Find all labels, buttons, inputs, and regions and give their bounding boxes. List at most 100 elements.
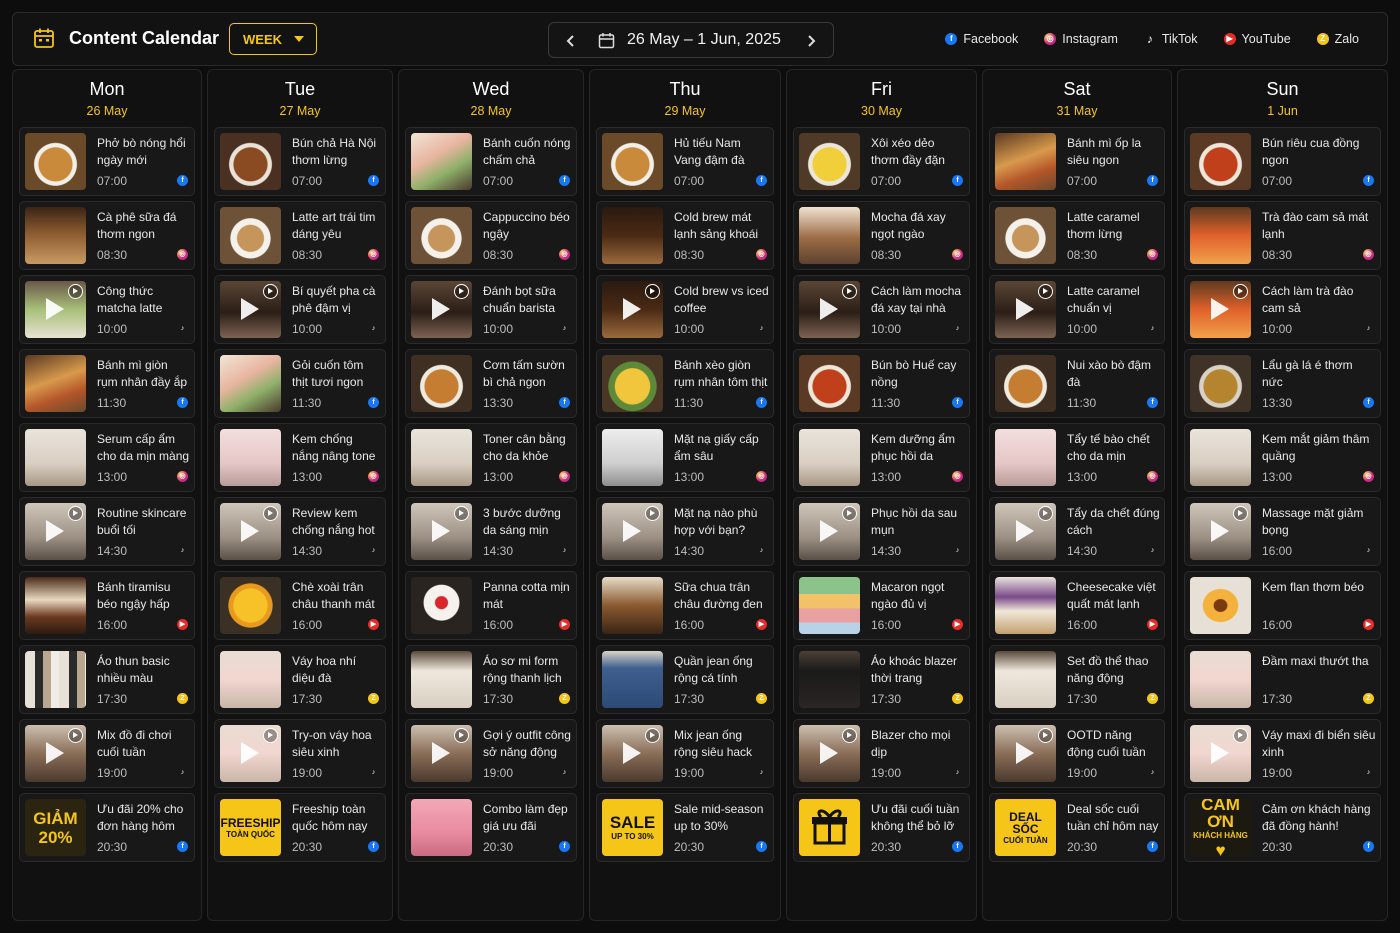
facebook-icon: f bbox=[952, 175, 963, 186]
post-card[interactable]: Hủ tiếu Nam Vang đậm đà 07:00 f bbox=[596, 127, 774, 196]
post-card[interactable]: Bún riêu cua đồng ngon 07:00 f bbox=[1184, 127, 1381, 196]
post-platform: ▶ bbox=[1363, 613, 1374, 631]
post-title: Quần jean ống rộng cá tính bbox=[674, 654, 753, 685]
post-card[interactable]: Bánh xèo giòn rụm nhân tôm thịt 11:30 f bbox=[596, 349, 774, 418]
post-card[interactable]: Đánh bọt sữa chuẩn barista 10:00 ♪ bbox=[405, 275, 577, 344]
post-time: 13:00 bbox=[483, 470, 514, 484]
post-card[interactable]: Công thức matcha latte chuẩn vị 10:00 ♪ bbox=[19, 275, 195, 344]
post-card[interactable]: Panna cotta mịn mát 16:00 ▶ bbox=[405, 571, 577, 640]
post-card[interactable]: FREESHIP TOÀN QUỐC Freeship toàn quốc hôm … bbox=[214, 793, 386, 862]
post-card[interactable]: Cold brew mát lạnh sảng khoái 08:30 ◎ bbox=[596, 201, 774, 270]
post-card[interactable]: Nui xào bò đậm đà 11:30 f bbox=[989, 349, 1165, 418]
post-card[interactable]: Review kem chống nắng hot 14:30 ♪ bbox=[214, 497, 386, 566]
post-card[interactable]: Phục hồi da sau mụn 14:30 ♪ bbox=[793, 497, 970, 566]
post-card[interactable]: Cơm tấm sườn bì chả ngon 13:30 f bbox=[405, 349, 577, 418]
post-card[interactable]: Váy hoa nhí diệu đà 17:30 Z bbox=[214, 645, 386, 714]
platform-filter-yt[interactable]: ▶ YouTube bbox=[1223, 32, 1291, 46]
post-card[interactable]: Đầm maxi thướt tha 17:30 Z bbox=[1184, 645, 1381, 714]
post-card[interactable]: Latte art trái tim dáng yêu 08:30 ◎ bbox=[214, 201, 386, 270]
post-card[interactable]: Tẩy da chết đúng cách 14:30 ♪ bbox=[989, 497, 1165, 566]
post-card[interactable]: Serum cấp ẩm cho da mịn màng 13:00 ◎ bbox=[19, 423, 195, 492]
post-card[interactable]: Macaron ngọt ngào đủ vị 16:00 ▶ bbox=[793, 571, 970, 640]
post-card[interactable]: OOTD năng động cuối tuần 19:00 ♪ bbox=[989, 719, 1165, 788]
post-card[interactable]: Bún chả Hà Nội thơm lừng 07:00 f bbox=[214, 127, 386, 196]
post-card[interactable]: Massage mặt giảm bọng 16:00 ♪ bbox=[1184, 497, 1381, 566]
post-card[interactable]: Cheesecake việt quất mát lạnh 16:00 ▶ bbox=[989, 571, 1165, 640]
post-card[interactable]: Xôi xéo dẻo thơm đầy đặn 07:00 f bbox=[793, 127, 970, 196]
post-card[interactable]: Áo khoác blazer thời trang 17:30 Z bbox=[793, 645, 970, 714]
post-thumbnail bbox=[602, 207, 663, 264]
post-title: Sữa chua trân châu đường đen bbox=[674, 580, 763, 611]
post-card[interactable]: 3 bước dưỡng da sáng mịn 14:30 ♪ bbox=[405, 497, 577, 566]
post-card[interactable]: Kem dưỡng ẩm phục hồi da 13:00 ◎ bbox=[793, 423, 970, 492]
post-card[interactable]: Try-on váy hoa siêu xinh 19:00 ♪ bbox=[214, 719, 386, 788]
post-time: 19:00 bbox=[1067, 766, 1098, 780]
prev-week-button[interactable] bbox=[559, 29, 583, 53]
post-card[interactable]: DEAL SỐC CUỐI TUẦN Deal sốc cuối tuần chỉ … bbox=[989, 793, 1165, 862]
post-card[interactable]: Áo thun basic nhiều màu 17:30 Z bbox=[19, 645, 195, 714]
view-selector[interactable]: WEEK bbox=[229, 23, 317, 55]
platform-filter-ig[interactable]: ◎ Instagram bbox=[1044, 32, 1118, 46]
post-title: Set đồ thể thao năng động bbox=[1067, 654, 1149, 685]
post-card[interactable]: Bún bò Huế cay nồng 11:30 f bbox=[793, 349, 970, 418]
post-card[interactable]: Latte caramel thơm lừng 08:30 ◎ bbox=[989, 201, 1165, 270]
next-week-button[interactable] bbox=[799, 29, 823, 53]
post-card[interactable]: CẢM ƠN KHÁCH HÀNG ♥ Cảm ơn khách hàng đã đồ… bbox=[1184, 793, 1381, 862]
post-card[interactable]: Sữa chua trân châu đường đen 16:00 ▶ bbox=[596, 571, 774, 640]
post-time: 14:30 bbox=[1067, 544, 1098, 558]
post-card[interactable]: Cà phê sữa đá thơm ngon 08:30 ◎ bbox=[19, 201, 195, 270]
post-card[interactable]: Toner cân bằng cho da khỏe 13:00 ◎ bbox=[405, 423, 577, 492]
post-card[interactable]: Mix đồ đi chơi cuối tuần 19:00 ♪ bbox=[19, 719, 195, 788]
post-card[interactable]: Cách làm trà đào cam sả 10:00 ♪ bbox=[1184, 275, 1381, 344]
promo-text: 20% bbox=[38, 827, 73, 847]
post-card[interactable]: Bánh mì giòn rụm nhân đầy ắp 11:30 f bbox=[19, 349, 195, 418]
post-card[interactable]: Bánh cuốn nóng chấm chả 07:00 f bbox=[405, 127, 577, 196]
post-card[interactable]: Ưu đãi cuối tuần không thể bỏ lỡ 20:30 f bbox=[793, 793, 970, 862]
post-platform: ♪ bbox=[952, 539, 963, 557]
post-card[interactable]: Bí quyết pha cà phê đậm vị 10:00 ♪ bbox=[214, 275, 386, 344]
post-card[interactable]: Gợi ý outfit công sở năng động 19:00 ♪ bbox=[405, 719, 577, 788]
post-card[interactable]: Cappuccino béo ngậy 08:30 ◎ bbox=[405, 201, 577, 270]
post-card[interactable]: Phở bò nóng hổi ngày mới 07:00 f bbox=[19, 127, 195, 196]
post-card[interactable]: SALE UP TO 30% Sale mid-season up to 30% 20… bbox=[596, 793, 774, 862]
day-date: 28 May bbox=[470, 104, 512, 118]
post-card[interactable]: Combo làm đẹp giá ưu đãi 20:30 f bbox=[405, 793, 577, 862]
post-card[interactable]: Áo sơ mi form rộng thanh lịch 17:30 Z bbox=[405, 645, 577, 714]
post-time: 08:30 bbox=[292, 248, 323, 262]
post-card[interactable]: Trà đào cam sả mát lạnh 08:30 ◎ bbox=[1184, 201, 1381, 270]
post-card[interactable]: Tẩy tế bào chết cho da mịn 13:00 ◎ bbox=[989, 423, 1165, 492]
post-platform: f bbox=[177, 391, 188, 409]
post-card[interactable]: Latte caramel chuẩn vị 10:00 ♪ bbox=[989, 275, 1165, 344]
platform-filter-tt[interactable]: ♪ TikTok bbox=[1144, 32, 1198, 46]
post-title: OOTD năng động cuối tuần bbox=[1067, 728, 1146, 759]
post-card[interactable]: Blazer cho mọi dịp 19:00 ♪ bbox=[793, 719, 970, 788]
post-card[interactable]: Gỏi cuốn tôm thịt tươi ngon 11:30 f bbox=[214, 349, 386, 418]
post-card[interactable]: Kem chống nắng nâng tone nhẹ 13:00 ◎ bbox=[214, 423, 386, 492]
post-card[interactable]: Chè xoài trân châu thanh mát 16:00 ▶ bbox=[214, 571, 386, 640]
post-card[interactable]: Lẩu gà lá é thơm nức 13:30 f bbox=[1184, 349, 1381, 418]
platform-filter-fb[interactable]: f Facebook bbox=[945, 32, 1018, 46]
post-card[interactable]: Bánh mì ốp la siêu ngon 07:00 f bbox=[989, 127, 1165, 196]
post-card[interactable]: Set đồ thể thao năng động 17:30 Z bbox=[989, 645, 1165, 714]
post-card[interactable]: Quần jean ống rộng cá tính 17:30 Z bbox=[596, 645, 774, 714]
post-thumbnail bbox=[799, 799, 860, 856]
video-badge-icon bbox=[1233, 284, 1248, 299]
post-card[interactable]: Mặt nạ giấy cấp ẩm sâu 13:00 ◎ bbox=[596, 423, 774, 492]
post-card[interactable]: Mocha đá xay ngọt ngào 08:30 ◎ bbox=[793, 201, 970, 270]
post-card[interactable]: Kem flan thơm béo 16:00 ▶ bbox=[1184, 571, 1381, 640]
platform-filter-za[interactable]: Z Zalo bbox=[1316, 32, 1359, 46]
post-card[interactable]: Cold brew vs iced coffee 10:00 ♪ bbox=[596, 275, 774, 344]
post-card[interactable]: Routine skincare buổi tối 14:30 ♪ bbox=[19, 497, 195, 566]
post-thumbnail bbox=[25, 725, 86, 782]
post-card[interactable]: Cách làm mocha đá xay tại nhà 10:00 ♪ bbox=[793, 275, 970, 344]
post-card[interactable]: GIẢM20% Ưu đãi 20% cho đơn hàng hôm nay 20… bbox=[19, 793, 195, 862]
post-card[interactable]: Váy maxi đi biển siêu xinh 19:00 ♪ bbox=[1184, 719, 1381, 788]
post-platform: ◎ bbox=[952, 243, 963, 261]
facebook-icon: f bbox=[1363, 841, 1374, 852]
post-card[interactable]: Mix jean ống rộng siêu hack dáng 19:00 ♪ bbox=[596, 719, 774, 788]
post-card[interactable]: Bánh tiramisu béo ngậy hấp dẫn 16:00 ▶ bbox=[19, 571, 195, 640]
post-card[interactable]: Kem mắt giảm thâm quầng 13:00 ◎ bbox=[1184, 423, 1381, 492]
post-card[interactable]: Mặt nạ nào phù hợp với bạn? 14:30 ♪ bbox=[596, 497, 774, 566]
post-platform: ▶ bbox=[559, 613, 570, 631]
post-time: 13:00 bbox=[97, 470, 128, 484]
